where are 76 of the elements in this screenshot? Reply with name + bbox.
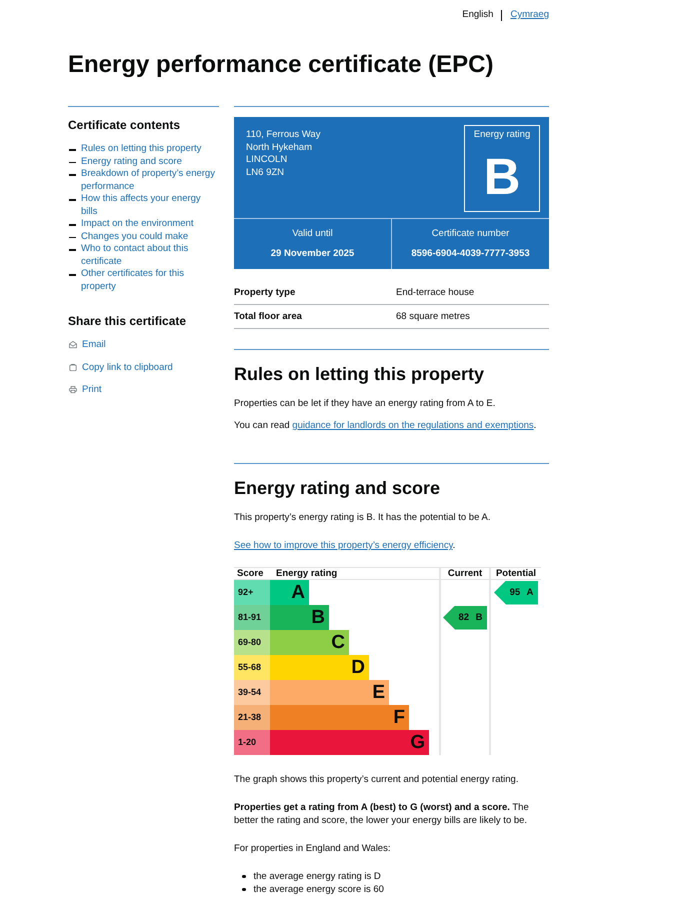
- address-line: LINCOLN: [246, 154, 288, 166]
- rating-band-bar: G: [270, 730, 429, 755]
- dash-icon: [69, 199, 76, 200]
- printer-icon: [69, 386, 77, 394]
- dash-icon: [69, 249, 76, 250]
- language-link[interactable]: Cymraeg: [510, 9, 549, 21]
- sidebar-heading: Certificate contents: [68, 117, 182, 133]
- rating-band-bar: C: [270, 630, 349, 655]
- certificate-number-label: Certificate number: [432, 228, 510, 240]
- paragraph: You can read guidance for landlords on the regulations and exemptions.: [234, 419, 538, 432]
- paragraph: See how to improve this property’s energy efficiency.: [234, 539, 456, 552]
- text-link[interactable]: See how to improve this property’s energy efficiency: [234, 540, 453, 551]
- contents-link[interactable]: Breakdown of property’s energy performance: [81, 168, 219, 193]
- dash-icon: [69, 274, 76, 276]
- bullet-text: the average energy rating is D: [254, 870, 381, 883]
- rating-band-bar: D: [270, 655, 369, 680]
- address-line: LN6 9ZN: [246, 166, 286, 179]
- summary-value: 68 square metres: [396, 310, 470, 322]
- score-range: 81-91: [234, 605, 270, 630]
- contents-link[interactable]: Impact on the environment: [81, 218, 219, 230]
- column-header: Score: [237, 568, 264, 579]
- section-heading: Energy rating and score: [234, 477, 442, 499]
- bullet-text: the average energy score is 60: [254, 883, 384, 896]
- score-range: 55-68: [234, 655, 270, 680]
- score-range: 21-38: [234, 705, 270, 730]
- contents-link[interactable]: Rules on letting this property: [81, 143, 219, 156]
- paragraph: This property’s energy rating is B. It has the potential to be A.: [234, 511, 492, 524]
- dash-icon: [69, 174, 76, 176]
- rating-band-bar: B: [270, 605, 329, 630]
- summary-label: Property type: [234, 286, 296, 298]
- contents-link[interactable]: Other certificates for this property: [81, 268, 219, 293]
- summary-label: Total floor area: [234, 310, 303, 322]
- email-link[interactable]: Email: [69, 339, 106, 351]
- summary-value: End-terrace house: [396, 286, 474, 298]
- score-range: 92+: [234, 580, 270, 605]
- potential-rating-marker: 95 A: [494, 580, 538, 604]
- envelope-icon: [69, 341, 77, 349]
- score-range: 1-20: [234, 730, 270, 755]
- current-language: English: [462, 9, 494, 21]
- rating-band-bar: E: [270, 680, 389, 705]
- copy-link[interactable]: Copy link to clipboard: [69, 362, 173, 374]
- paragraph: The graph shows this property’s current and potential energy rating.: [234, 773, 520, 786]
- column-header: Potential: [496, 568, 536, 579]
- rating-letter: B: [484, 151, 520, 203]
- score-range: 69-80: [234, 630, 270, 655]
- paragraph: Properties can be let if they have an energy rating from A to E.: [234, 397, 496, 410]
- certificate-number: 8596-6904-4039-7777-3953: [411, 248, 530, 260]
- contents-link[interactable]: How this affects your energy bills: [81, 193, 219, 218]
- current-rating-marker: 82 B: [443, 606, 487, 630]
- dash-icon: [69, 149, 76, 150]
- rating-band-bar: F: [270, 705, 409, 730]
- dash-icon: [69, 162, 76, 163]
- contents-link[interactable]: Energy rating and score: [81, 156, 219, 168]
- text-link[interactable]: guidance for landlords on the regulations and exemptions: [292, 420, 534, 431]
- clipboard-icon: [69, 364, 77, 372]
- paragraph: For properties in England and Wales:: [234, 842, 392, 855]
- contents-link[interactable]: Changes you could make: [81, 230, 219, 243]
- bullet-icon: [242, 888, 246, 892]
- section-heading: Rules on letting this property: [234, 363, 486, 385]
- page-title: Energy performance certificate (EPC): [68, 51, 494, 79]
- rating-box-label: Energy rating: [474, 129, 530, 141]
- print-link[interactable]: Print: [69, 384, 102, 396]
- dash-icon: [69, 236, 76, 238]
- contents-link[interactable]: Who to contact about this certificate: [81, 243, 219, 268]
- column-header: Energy rating: [276, 568, 338, 579]
- address-line: 110, Ferrous Way: [246, 129, 320, 142]
- address-line: North Hykeham: [246, 142, 313, 154]
- column-header: Current: [448, 568, 482, 579]
- valid-until-label: Valid until: [292, 228, 333, 240]
- score-range: 39-54: [234, 680, 270, 705]
- dash-icon: [69, 224, 76, 226]
- bullet-icon: [242, 874, 246, 878]
- valid-until-date: 29 November 2025: [270, 248, 354, 260]
- share-heading: Share this certificate: [68, 313, 188, 329]
- rating-band-bar: A: [270, 580, 309, 605]
- paragraph: Properties get a rating from A (best) to G (worst) and a score. The better the rating and score, the lower your energy bills are likely to be.: [234, 801, 530, 827]
